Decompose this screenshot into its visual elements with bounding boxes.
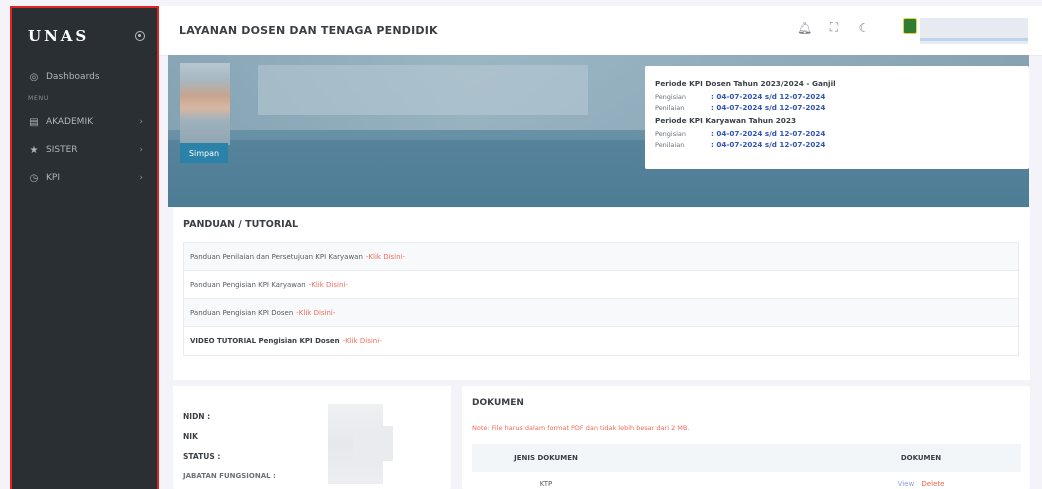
klik-disini-link[interactable]: -Klik Disini- [309, 281, 348, 289]
kpi-row-value: : 04-07-2024 s/d 12-07-2024 [711, 140, 826, 149]
topbar: LAYANAN DOSEN DAN TENAGA PENDIDIK 🔔︎ ⛶ ☾ [159, 6, 1042, 56]
dokumen-table: JENIS DOKUMEN DOKUMEN KTP View Delete [472, 444, 1021, 489]
nik-label: NIK [183, 431, 198, 441]
list-item-text: Panduan Penilaian dan Persetujuan KPI Ka… [190, 252, 363, 261]
sidebar-item-dashboards[interactable]: ◎ Dashboards [12, 63, 157, 91]
dokumen-note: Note: File harus dalam format PDF dan ti… [472, 424, 690, 432]
dashboard-icon: ◎ [29, 71, 39, 83]
dokumen-title: DOKUMEN [472, 398, 524, 408]
page-title: LAYANAN DOSEN DAN TENAGA PENDIDIK [179, 24, 438, 37]
view-link[interactable]: View [898, 480, 915, 488]
kpi-karyawan-pengisian-row: Pengisian : 04-07-2024 s/d 12-07-2024 [655, 128, 1019, 139]
table-header: JENIS DOKUMEN DOKUMEN [472, 444, 1021, 472]
dokumen-actions-cell: View Delete [821, 480, 1021, 488]
profile-photo[interactable] [180, 63, 230, 145]
brand-logo[interactable]: UNAS [28, 27, 89, 45]
delete-link[interactable]: Delete [921, 480, 944, 488]
topbar-icons: 🔔︎ ⛶ ☾ [797, 20, 871, 35]
fullscreen-icon[interactable]: ⛶ [827, 20, 841, 35]
panduan-card: PANDUAN / TUTORIAL Panduan Penilaian dan… [173, 208, 1030, 380]
save-button[interactable]: Simpan [180, 143, 228, 163]
sidebar-item-akademik[interactable]: ▤ AKADEMIK › [12, 108, 157, 136]
chevron-right-icon: › [139, 173, 143, 183]
building-icon: ▤ [29, 116, 39, 128]
list-item: Panduan Penilaian dan Persetujuan KPI Ka… [184, 243, 1018, 271]
list-item-text: Panduan Pengisian KPI Dosen [190, 308, 294, 317]
kpi-row-label: Pengisian [655, 92, 687, 101]
sidebar-item-label: AKADEMIK [46, 117, 93, 127]
sidebar-brand-row: UNAS [12, 8, 157, 63]
sidebar-item-label: KPI [46, 173, 60, 183]
sidebar-item-label: SISTER [46, 145, 78, 155]
dokumen-card: DOKUMEN Note: File harus dalam format PD… [462, 386, 1030, 489]
klik-disini-link[interactable]: -Klik Disini- [366, 253, 405, 261]
dark-mode-icon[interactable]: ☾ [857, 21, 871, 35]
panduan-list: Panduan Penilaian dan Persetujuan KPI Ka… [183, 242, 1019, 356]
redacted-profile-values-detail [353, 426, 393, 461]
list-item-text: Panduan Pengisian KPI Karyawan [190, 280, 306, 289]
university-logo [903, 18, 917, 34]
list-item: Panduan Pengisian KPI Dosen -Klik Disini… [184, 299, 1018, 327]
table-row: KTP View Delete [472, 472, 1021, 489]
clock-icon: ◷ [29, 172, 39, 184]
list-item-text: VIDEO TUTORIAL Pengisian KPI Dosen [190, 337, 340, 345]
star-icon: ★ [29, 144, 39, 156]
kpi-row-label: Pengisian [655, 129, 687, 138]
user-profile-button[interactable] [920, 18, 1028, 44]
menu-section-label: MENU [28, 95, 50, 102]
banner-background-detail [258, 65, 588, 115]
kpi-row-value: : 04-07-2024 s/d 12-07-2024 [711, 92, 826, 101]
column-header-jenis: JENIS DOKUMEN [514, 454, 578, 462]
list-item: VIDEO TUTORIAL Pengisian KPI Dosen -Klik… [184, 327, 1018, 355]
kpi-row-value: : 04-07-2024 s/d 12-07-2024 [711, 129, 826, 138]
kpi-period-card: Periode KPI Dosen Tahun 2023/2024 - Ganj… [645, 66, 1029, 169]
profile-card: NIDN : NIK STATUS : JABATAN FUNGSIONAL : [173, 386, 451, 489]
status-label: STATUS : [183, 451, 221, 461]
kpi-dosen-penilaian-row: Penilaian : 04-07-2024 s/d 12-07-2024 [655, 102, 1019, 113]
klik-disini-link[interactable]: -Klik Disini- [343, 337, 382, 345]
kpi-dosen-pengisian-row: Pengisian : 04-07-2024 s/d 12-07-2024 [655, 91, 1019, 102]
kpi-karyawan-penilaian-row: Penilaian : 04-07-2024 s/d 12-07-2024 [655, 139, 1019, 150]
kpi-karyawan-title: Periode KPI Karyawan Tahun 2023 [655, 116, 797, 125]
jenis-dokumen-cell: KTP [539, 480, 553, 488]
bell-icon[interactable]: 🔔︎ [797, 21, 812, 35]
sidebar: UNAS ◎ Dashboards MENU ▤ AKADEMIK › ★ SI… [10, 6, 159, 489]
kpi-row-label: Penilaian [655, 140, 685, 149]
sidebar-toggle-icon[interactable] [135, 30, 145, 41]
nidn-label: NIDN : [183, 411, 211, 421]
kpi-dosen-title: Periode KPI Dosen Tahun 2023/2024 - Ganj… [655, 79, 836, 88]
sidebar-item-sister[interactable]: ★ SISTER › [12, 136, 157, 164]
chevron-right-icon: › [139, 145, 143, 155]
list-item: Panduan Pengisian KPI Karyawan -Klik Dis… [184, 271, 1018, 299]
jabatan-label: JABATAN FUNGSIONAL : [183, 472, 276, 480]
sidebar-item-label: Dashboards [46, 72, 100, 82]
chevron-right-icon: › [139, 117, 143, 127]
sidebar-item-kpi[interactable]: ◷ KPI › [12, 164, 157, 192]
panduan-title: PANDUAN / TUTORIAL [183, 219, 299, 230]
klik-disini-link[interactable]: -Klik Disini- [296, 309, 335, 317]
column-header-dokumen: DOKUMEN [900, 454, 942, 462]
kpi-row-label: Penilaian [655, 103, 685, 112]
kpi-row-value: : 04-07-2024 s/d 12-07-2024 [711, 103, 826, 112]
